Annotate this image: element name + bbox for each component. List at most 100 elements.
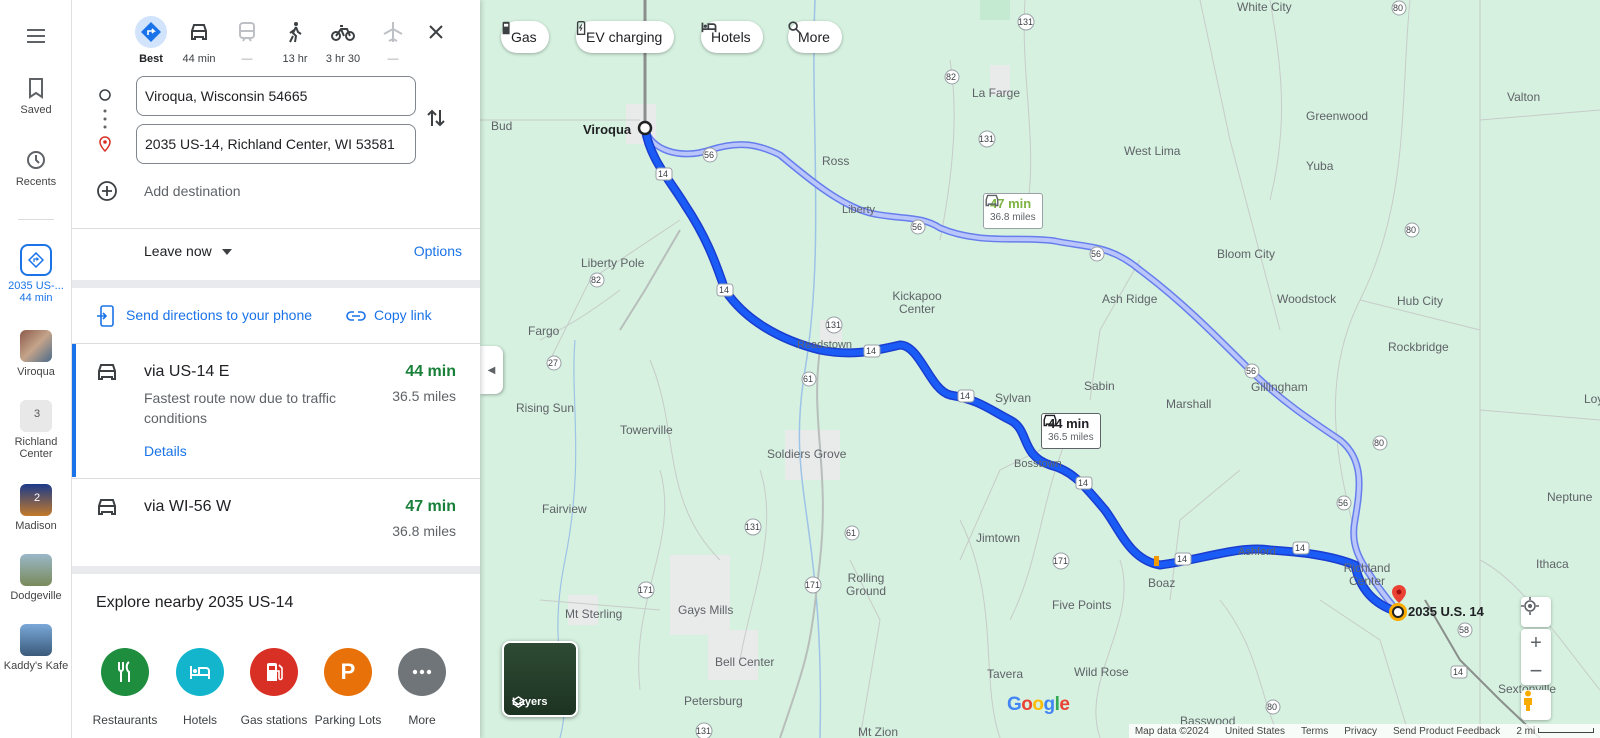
bubble-distance: 36.5 miles [1048,432,1094,443]
ev-charger-icon [576,21,586,35]
mode-label: 44 min [182,53,216,65]
close-icon[interactable] [426,22,446,42]
chip-gas[interactable]: Gas [501,21,549,53]
leave-now-dropdown[interactable]: Leave now [144,243,232,259]
current-route-label: 2035 US-... [8,280,64,292]
terms-link[interactable]: Terms [1301,726,1328,737]
search-icon [788,21,801,34]
place-thumbnail: 3 [20,400,52,432]
link-icon [346,311,366,321]
category-hotels[interactable]: Hotels [162,648,238,727]
place-label: Wild Rose [1074,665,1129,679]
fork-knife-icon [118,661,130,682]
place-labels: Viroqua 2035 U.S. 14 White City La Farge… [480,0,1600,738]
map-data-credit: Map data ©2024 [1134,725,1209,737]
alt-route-bubble[interactable]: 47 min 36.8 miles [983,193,1043,229]
chevron-left-icon: ◀ [487,364,496,376]
chip-label: EV charging [586,29,663,45]
saved-label: Saved [20,104,52,116]
chip-more[interactable]: More [788,21,842,53]
details-link[interactable]: Details [144,443,187,459]
recent-place-madison[interactable]: 2 Madison [0,484,72,532]
plus-icon: + [1530,631,1542,654]
map-canvas[interactable]: 14 14 14 14 14 14 14 14 56 56 56 56 56 5… [480,0,1600,738]
route-time: 44 min [405,363,456,380]
place-label: Liberty Pole [581,256,645,270]
bed-icon [190,666,210,679]
hamburger-icon [27,29,45,43]
swap-icon[interactable] [426,106,446,130]
recent-place-dodgeville[interactable]: Dodgeville [0,554,72,602]
bike-icon [331,25,355,41]
recent-place-label: Dodgeville [10,590,62,602]
place-label: Five Points [1052,598,1112,612]
collapse-panel-button[interactable]: ◀ [480,346,503,394]
category-parking[interactable]: P Parking Lots [310,648,386,727]
pegman-icon [1524,690,1532,711]
privacy-link[interactable]: Privacy [1344,726,1377,737]
add-destination-button[interactable]: Add destination [144,183,241,199]
mode-driving[interactable]: 44 min [176,16,222,65]
route-distance: 36.5 miles [392,388,456,404]
place-label: Tavera [987,667,1024,681]
recents-button[interactable]: Recents [0,148,72,188]
rail-divider [18,219,54,220]
destination-input[interactable]: 2035 US-14, Richland Center, WI 53581 [136,124,416,164]
zoom-out-button[interactable]: − [1521,657,1551,685]
place-thumbnail [20,330,52,362]
mode-flights[interactable]: — [370,16,416,65]
main-route-bubble[interactable]: 44 min 36.5 miles [1041,413,1101,449]
recent-place-label: Madison [15,520,57,532]
category-label: Parking Lots [314,713,382,727]
options-button[interactable]: Options [414,243,462,259]
mode-best[interactable]: Best [128,16,174,65]
scale-bar[interactable]: 2 mi [1516,726,1594,737]
chip-ev-charging[interactable]: EV charging [576,21,675,53]
more-icon [412,669,432,675]
copy-link-button[interactable]: Copy link [374,307,432,323]
category-label: Restaurants [92,713,158,727]
add-circle-icon[interactable] [96,180,118,202]
category-gas-stations[interactable]: Gas stations [236,648,312,727]
mode-transit[interactable]: — [224,16,270,65]
mode-label: Best [139,53,163,65]
place-label: Valton [1507,90,1541,104]
current-route-button[interactable]: 2035 US-... 44 min [0,244,72,304]
category-more[interactable]: More [384,648,460,727]
category-restaurants[interactable]: Restaurants [87,648,163,727]
my-location-icon [1521,597,1539,615]
recent-place-viroqua[interactable]: Viroqua [0,330,72,378]
route-option-wi56[interactable]: via WI-56 W 47 min 36.8 miles [72,479,480,566]
my-location-button[interactable] [1521,597,1551,627]
place-label: Rockbridge [1388,340,1449,354]
place-label: Soldiers Grove [767,447,847,461]
route-option-us14[interactable]: via US-14 E Fastest route now due to tra… [72,344,480,478]
layers-button[interactable]: Layers [502,641,578,717]
parking-icon: P [340,659,356,684]
zoom-in-button[interactable]: + [1521,629,1551,657]
place-label: Fargo [528,324,560,338]
feedback-link[interactable]: Send Product Feedback [1393,726,1500,737]
place-thumbnail: 2 [20,484,52,516]
country-label[interactable]: United States [1225,726,1285,737]
recents-label: Recents [15,176,57,188]
saved-button[interactable]: Saved [0,76,72,116]
mode-walking[interactable]: 13 hr [272,16,318,65]
route-title: via WI-56 W [144,498,232,515]
place-thumbnail [20,624,52,656]
place-label: Liberty [842,204,876,216]
map-footer: Map data ©2024 United States Terms Priva… [1128,724,1600,738]
place-label: Yuba [1306,159,1334,173]
leave-now-label: Leave now [144,243,212,259]
send-directions-button[interactable]: Send directions to your phone [126,307,312,323]
left-rail: Saved Recents 2035 US-... 44 min Viroqua… [0,0,72,738]
recent-place-label: Viroqua [17,366,55,378]
menu-button[interactable] [0,24,72,52]
origin-input[interactable]: Viroqua, Wisconsin 54665 [136,76,416,116]
mode-cycling[interactable]: 3 hr 30 [320,16,366,65]
chip-hotels[interactable]: Hotels [701,21,763,53]
place-label: Fairview [542,502,587,516]
recent-place-kaddys-kafe[interactable]: Kaddy's Kafe [0,624,72,672]
street-view-button[interactable] [1521,690,1551,720]
recent-place-richland-center[interactable]: 3 Richland Center [0,400,72,460]
